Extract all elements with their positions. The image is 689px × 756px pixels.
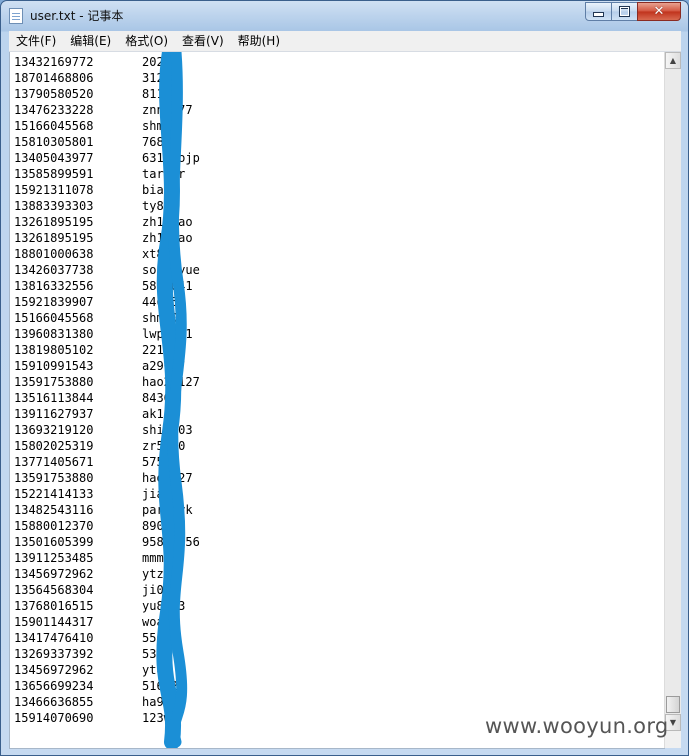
notepad-window: user.txt - 记事本 ✕ 文件(F) 编辑(E) 格式(O) 查看(V)… [0,0,689,756]
menu-view[interactable]: 查看(V) [175,31,231,51]
window-title: user.txt - 记事本 [30,9,124,23]
watermark: www.wooyun.org [485,714,669,738]
text-editor-area[interactable]: 13432169772 2023a 18701468806 3124 137905805… [9,52,665,749]
maximize-icon [619,6,630,17]
menu-format[interactable]: 格式(O) [118,31,175,51]
menu-bar: 文件(F) 编辑(E) 格式(O) 查看(V) 帮助(H) [9,31,681,52]
menu-edit[interactable]: 编辑(E) [63,31,118,51]
maximize-button[interactable] [611,2,638,21]
minimize-button[interactable] [585,2,612,21]
minimize-icon [593,12,604,17]
close-icon: ✕ [653,4,665,19]
redaction-scribble [156,52,188,748]
scroll-up-button[interactable]: ▲ [665,52,681,69]
close-button[interactable]: ✕ [637,2,681,21]
menu-file[interactable]: 文件(F) [9,31,63,51]
menu-help[interactable]: 帮助(H) [231,31,287,51]
notepad-icon[interactable] [9,8,23,24]
title-bar[interactable]: user.txt - 记事本 ✕ [1,1,688,31]
vertical-scrollbar[interactable]: ▲ ▼ [664,52,681,748]
scroll-thumb[interactable] [666,696,680,713]
